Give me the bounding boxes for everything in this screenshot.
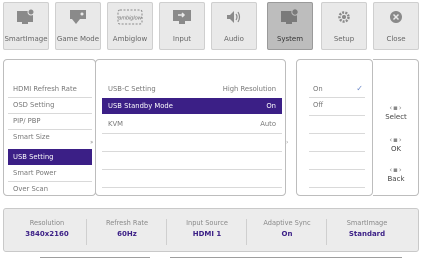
item-label: USB-C Setting: [108, 85, 156, 93]
item-value: Auto: [260, 120, 276, 128]
divider: [86, 219, 87, 245]
divider: [166, 219, 167, 245]
menu-level2: USB-C Setting High Resolution USB Standb…: [90, 59, 289, 196]
status-value: 3840x2160: [25, 230, 69, 238]
ambiglow-icon: ambiglow: [117, 9, 143, 25]
divider: [246, 219, 247, 245]
input-icon: [173, 10, 191, 24]
decorative-rule: [170, 257, 402, 258]
toolbar-label: Close: [386, 35, 406, 43]
menu-level1: HDMI Refresh Rate OSD Setting PIP/ PBP S…: [3, 59, 96, 196]
toolbar-label: Audio: [224, 35, 244, 43]
menu-item-hdmi-refresh-rate[interactable]: HDMI Refresh Rate: [8, 81, 92, 97]
navigation-hints: ‹▪› Select ‹▪› OK ‹▪› Back: [373, 59, 419, 196]
select-label: Select: [385, 113, 407, 121]
toolbar-label: SmartImage: [4, 35, 48, 43]
divider: [102, 169, 282, 170]
toolbar-label: Ambiglow: [112, 35, 148, 43]
status-bar: Resolution 3840x2160 Refresh Rate 60Hz I…: [3, 208, 419, 252]
checkmark-icon: ✓: [356, 84, 363, 93]
ok-button[interactable]: ‹▪› OK: [373, 136, 419, 153]
top-toolbar: SmartImage Game Mode ambiglow Ambiglow I…: [3, 2, 419, 50]
menu-item-smart-size[interactable]: Smart Size: [8, 129, 92, 145]
toolbar-system[interactable]: System: [267, 2, 313, 50]
decorative-rule: [40, 257, 150, 258]
item-label: USB Standby Mode: [108, 102, 173, 110]
toolbar-label: Input: [172, 35, 192, 43]
divider: [102, 187, 282, 188]
ok-label: OK: [390, 145, 402, 153]
item-value: High Resolution: [222, 85, 276, 93]
status-label: Input Source: [186, 219, 228, 227]
toolbar-label: Game Mode: [56, 35, 100, 43]
ambiglow-logo-text: ambiglow: [118, 16, 142, 22]
back-button[interactable]: ‹▪› Back: [373, 166, 419, 183]
menu-item-usb-c-setting[interactable]: USB-C Setting High Resolution: [102, 81, 282, 97]
status-label: Adaptive Sync: [263, 219, 311, 227]
divider: [309, 115, 365, 116]
toolbar-smartimage[interactable]: SmartImage: [3, 2, 49, 50]
status-label: Resolution: [29, 219, 65, 227]
option-on[interactable]: On ✓: [301, 81, 369, 97]
menu-level3: On ✓ Off: [296, 59, 373, 196]
divider: [102, 133, 282, 134]
status-value: On: [281, 230, 293, 238]
status-resolution: Resolution 3840x2160: [12, 219, 82, 238]
menu-item-osd-setting[interactable]: OSD Setting: [8, 97, 92, 113]
status-smartimage: SmartImage Standard: [332, 219, 402, 238]
status-input-source: Input Source HDMI 1: [172, 219, 242, 238]
menu-item-pip-pbp[interactable]: PIP/ PBP: [8, 113, 92, 129]
menu-item-smart-power[interactable]: Smart Power: [8, 165, 92, 181]
status-label: SmartImage: [346, 219, 388, 227]
divider: [309, 133, 365, 134]
toolbar-label: System: [276, 35, 304, 43]
toolbar-label: Setup: [333, 35, 355, 43]
item-value: On: [266, 102, 276, 110]
toolbar-setup[interactable]: Setup: [321, 2, 367, 50]
option-off[interactable]: Off: [301, 97, 369, 113]
toolbar-audio[interactable]: Audio: [211, 2, 257, 50]
chevron-right-icon: ›: [286, 139, 289, 146]
item-label: KVM: [108, 120, 123, 128]
menu-item-over-scan[interactable]: Over Scan: [8, 181, 92, 197]
toolbar-close[interactable]: Close: [373, 2, 419, 50]
option-label: On: [313, 85, 323, 93]
divider: [309, 151, 365, 152]
gamepad-icon: [70, 10, 86, 24]
joystick-up-down-icon: ‹▪›: [389, 104, 403, 112]
chevron-right-icon: ›: [90, 139, 93, 146]
divider: [309, 169, 365, 170]
status-value: 60Hz: [117, 230, 137, 238]
status-value: HDMI 1: [192, 230, 222, 238]
back-label: Back: [387, 175, 405, 183]
divider: [326, 219, 327, 245]
speaker-icon: [227, 11, 241, 23]
close-icon: [390, 11, 402, 23]
divider: [102, 151, 282, 152]
menu-item-usb-standby-mode[interactable]: USB Standby Mode On: [102, 98, 282, 114]
status-refresh-rate: Refresh Rate 60Hz: [92, 219, 162, 238]
joystick-left-icon: ‹▪›: [389, 166, 403, 174]
gear-icon: [338, 11, 350, 23]
toolbar-game-mode[interactable]: Game Mode: [55, 2, 101, 50]
menu-item-usb-setting[interactable]: USB Setting: [8, 149, 92, 165]
status-value: Standard: [348, 230, 386, 238]
status-label: Refresh Rate: [105, 219, 149, 227]
status-adaptive-sync: Adaptive Sync On: [252, 219, 322, 238]
menu-item-kvm[interactable]: KVM Auto: [102, 116, 282, 132]
system-icon: [281, 8, 299, 24]
toolbar-ambiglow[interactable]: ambiglow Ambiglow: [107, 2, 153, 50]
smartimage-icon: [17, 8, 35, 24]
select-button[interactable]: ‹▪› Select: [373, 104, 419, 121]
toolbar-input[interactable]: Input: [159, 2, 205, 50]
divider: [309, 187, 365, 188]
joystick-press-icon: ‹▪›: [389, 136, 403, 144]
